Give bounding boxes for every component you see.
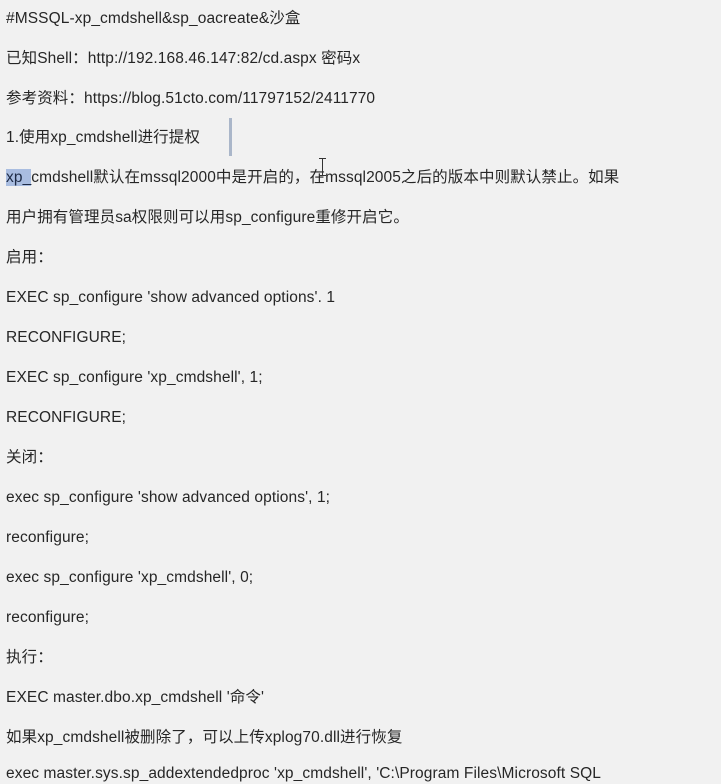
execute-heading: 执行： xyxy=(6,649,53,666)
reference-line: 参考资料：https://blog.51cto.com/11797152/241… xyxy=(6,90,376,107)
code-line: reconfigure; xyxy=(6,609,90,626)
paragraph-line: xp_cmdshell默认在mssql2000中是开启的，在mssql2005之… xyxy=(6,168,619,188)
ibeam-cursor-icon xyxy=(319,158,327,176)
section-heading: 1.使用xp_cmdshell进行提权 xyxy=(6,129,200,146)
code-line: EXEC master.dbo.xp_cmdshell '命令' xyxy=(6,689,265,706)
paragraph-line-2: 用户拥有管理员sa权限则可以用sp_configure重修开启它。 xyxy=(6,209,409,226)
selected-text[interactable]: xp_ xyxy=(6,169,32,186)
doc-title: #MSSQL-xp_cmdshell&sp_oacreate&沙盒 xyxy=(6,10,301,27)
text-cursor-bar xyxy=(229,118,232,156)
code-line: EXEC sp_configure 'show advanced options… xyxy=(6,289,336,306)
code-line: EXEC sp_configure 'xp_cmdshell', 1; xyxy=(6,369,263,386)
code-line: exec sp_configure 'xp_cmdshell', 0; xyxy=(6,569,254,586)
code-line: exec sp_configure 'show advanced options… xyxy=(6,489,331,506)
enable-heading: 启用： xyxy=(6,249,53,266)
code-line: RECONFIGURE; xyxy=(6,409,127,426)
code-line-partial: exec master.sys.sp_addextendedproc 'xp_c… xyxy=(6,765,602,782)
code-line: reconfigure; xyxy=(6,529,90,546)
restore-note: 如果xp_cmdshell被删除了，可以上传xplog70.dll进行恢复 xyxy=(6,729,403,746)
document-page: #MSSQL-xp_cmdshell&sp_oacreate&沙盒 已知Shel… xyxy=(0,0,721,782)
known-shell-line: 已知Shell：http://192.168.46.147:82/cd.aspx… xyxy=(6,50,361,67)
code-line: RECONFIGURE; xyxy=(6,329,127,346)
disable-heading: 关闭： xyxy=(6,449,53,466)
